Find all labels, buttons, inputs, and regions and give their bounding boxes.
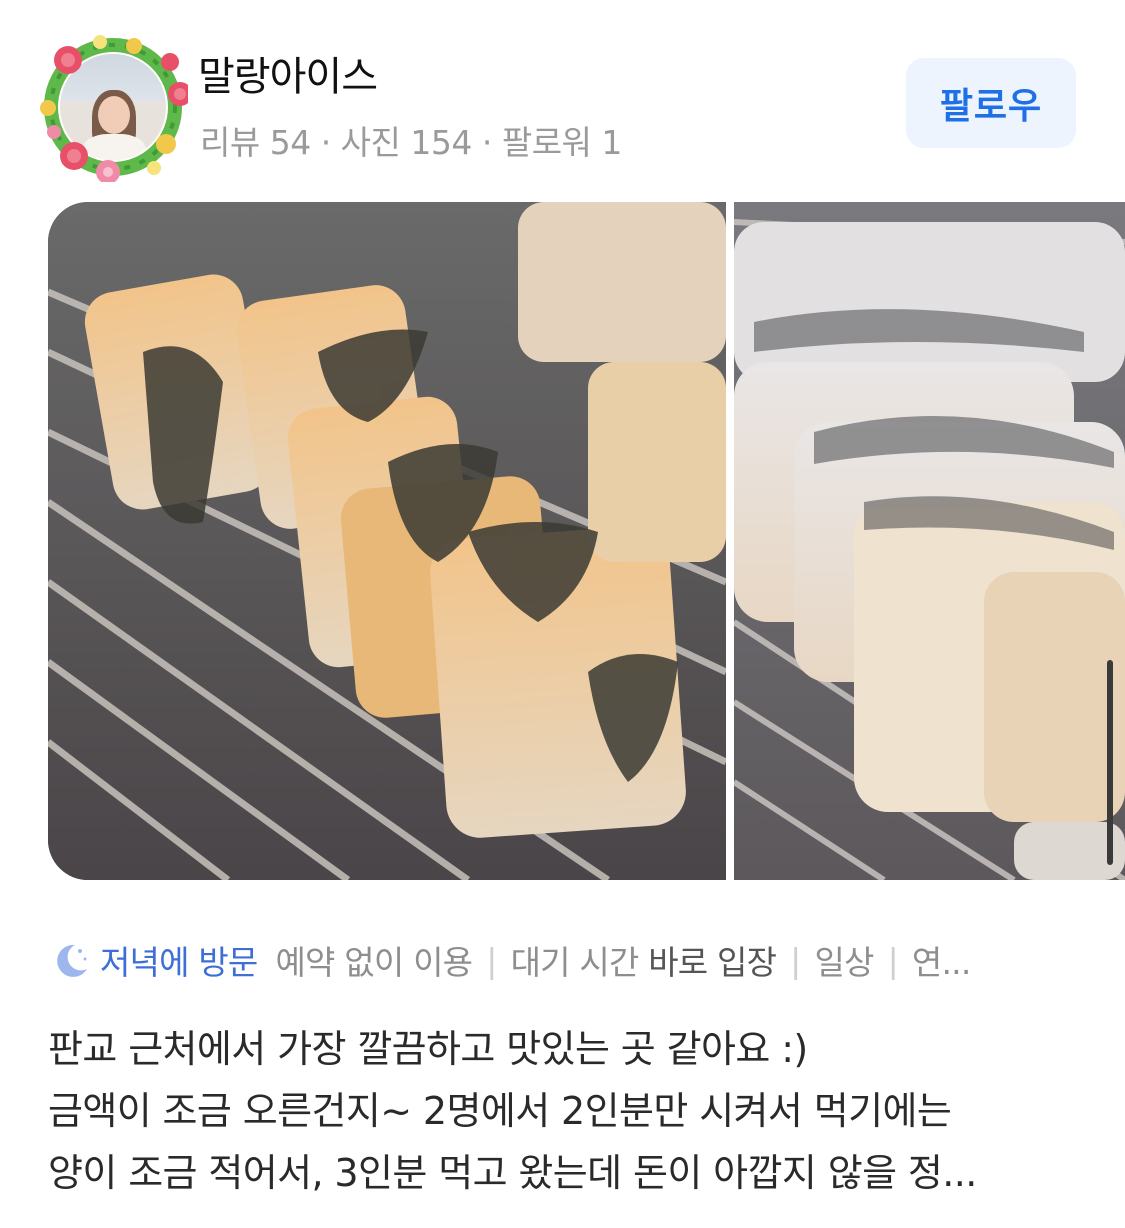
- flower-wreath-icon: [40, 35, 188, 182]
- tag-companion: 연...: [911, 943, 971, 982]
- tag-purpose: 일상: [814, 943, 874, 982]
- tag-separator: |: [790, 940, 801, 980]
- tag-reservation: 예약 없이 이용: [275, 943, 474, 982]
- follow-button[interactable]: 팔로우: [906, 58, 1076, 148]
- avatar[interactable]: [38, 32, 188, 182]
- review-photo-2[interactable]: [734, 202, 1125, 880]
- tag-wait-time: 대기 시간 바로 입장: [510, 943, 777, 982]
- review-photo-1[interactable]: [48, 202, 726, 880]
- profile-stats: 리뷰 54 · 사진 154 · 팔로워 1: [200, 123, 622, 162]
- review-header: 말랑아이스 리뷰 54 · 사진 154 · 팔로워 1 팔로우: [0, 0, 1125, 190]
- tag-separator: |: [486, 940, 497, 980]
- review-text[interactable]: 판교 근처에서 가장 깔끔하고 맛있는 곳 같아요 :) 금액이 조금 오른건지…: [48, 1018, 1088, 1204]
- review-line: 금액이 조금 오른건지~ 2명에서 2인분만 시켜서 먹기에는: [48, 1089, 952, 1133]
- scrollbar-thumb[interactable]: [1107, 660, 1113, 865]
- moon-icon: [57, 944, 87, 977]
- review-line: 양이 조금 적어서, 3인분 먹고 왔는데 돈이 아깝지 않을 정...: [48, 1151, 977, 1195]
- visit-time-tag: 저녁에 방문: [100, 943, 258, 982]
- username[interactable]: 말랑아이스: [198, 44, 378, 102]
- grilled-eel-photo-icon: [734, 202, 1125, 880]
- tag-separator: |: [887, 940, 899, 980]
- review-line: 판교 근처에서 가장 깔끔하고 맛있는 곳 같아요 :): [48, 1027, 808, 1071]
- photo-carousel[interactable]: [48, 202, 1125, 880]
- grilled-eel-photo-icon: [48, 202, 726, 880]
- visit-tags: 저녁에 방문 예약 없이 이용 | 대기 시간 바로 입장 | 일상 | 연..…: [50, 932, 971, 988]
